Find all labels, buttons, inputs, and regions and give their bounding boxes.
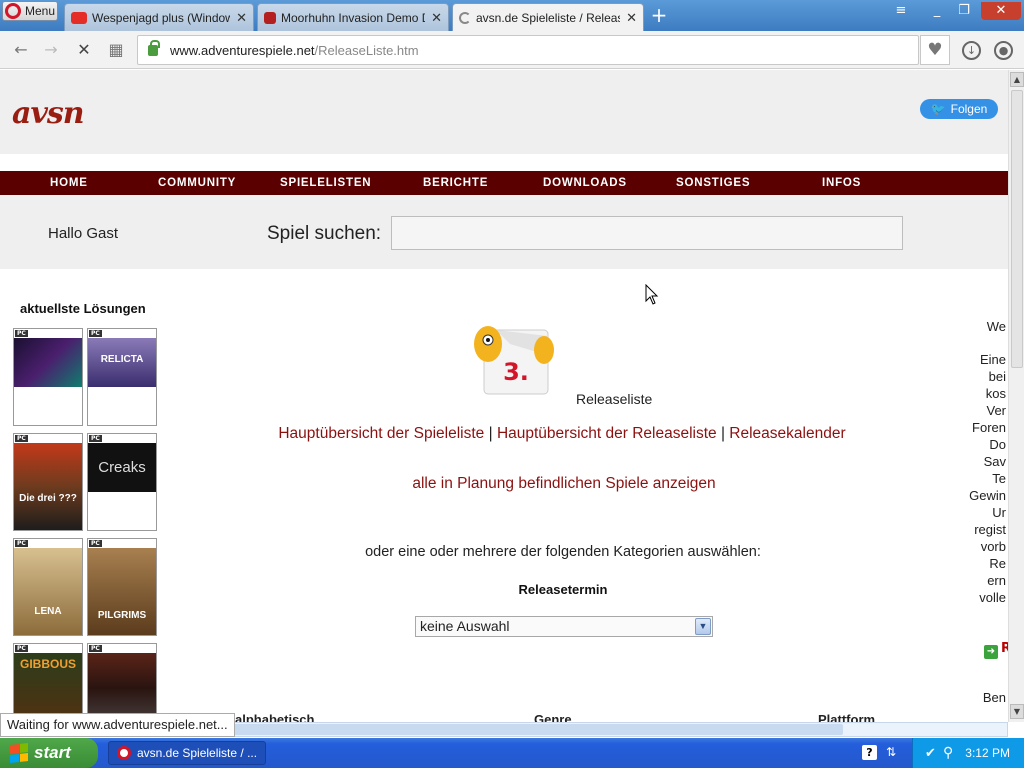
- nav-home[interactable]: HOME: [50, 171, 88, 195]
- maximize-button[interactable]: ❐: [951, 2, 977, 20]
- browser-tab-bar: Menu Wespenjagd plus (Windows ... ✕ Moor…: [0, 0, 1024, 31]
- close-window-button[interactable]: ✕: [981, 2, 1021, 20]
- start-button[interactable]: start: [0, 738, 98, 768]
- link-releasekalender[interactable]: Releasekalender: [729, 425, 845, 442]
- tab-avsn-releaseliste[interactable]: avsn.de Spieleliste / Release... ✕: [452, 3, 644, 31]
- tray-shield-icon[interactable]: ✔: [925, 745, 936, 761]
- link-releaseliste-overview[interactable]: Hauptübersicht der Releaseliste: [497, 425, 717, 442]
- task-title: avsn.de Spieleliste / ...: [137, 746, 258, 760]
- url-host: www.adventurespiele.net: [170, 42, 315, 58]
- scroll-down-icon[interactable]: ▼: [1010, 704, 1024, 719]
- link-separator: |: [720, 425, 725, 442]
- solution-thumbnail[interactable]: PC: [87, 643, 157, 722]
- category-instruction: oder eine oder mehrere der folgenden Kat…: [365, 544, 761, 560]
- releasetermin-select[interactable]: keine Auswahl ▼: [415, 616, 713, 637]
- address-field[interactable]: www.adventurespiele.net/ReleaseListe.htm: [137, 35, 919, 65]
- clock: 3:12 PM: [965, 746, 1010, 760]
- loading-spinner-icon: [459, 11, 471, 24]
- calendar-icon: 3.: [474, 326, 554, 395]
- scrollbar-thumb[interactable]: [1011, 90, 1023, 368]
- horizontal-scrollbar[interactable]: [226, 722, 1008, 737]
- new-tab-button[interactable]: +: [648, 4, 670, 26]
- main-navigation: HOME COMMUNITY SPIELELISTEN BERICHTE DOW…: [0, 171, 1008, 195]
- help-icon[interactable]: ?: [862, 745, 877, 760]
- back-arrow-icon[interactable]: ←: [11, 40, 31, 60]
- youtube-icon: [71, 11, 87, 24]
- game-cover-image: [88, 653, 156, 722]
- overview-links: Hauptübersicht der Spieleliste | Hauptüb…: [0, 425, 1008, 443]
- scroll-up-icon[interactable]: ▲: [1010, 72, 1024, 87]
- status-bar-text: Waiting for www.adventurespiele.net...: [0, 713, 235, 737]
- close-tab-icon[interactable]: ✕: [236, 10, 247, 26]
- forward-arrow-icon[interactable]: →: [41, 40, 61, 60]
- nav-downloads[interactable]: DOWNLOADS: [543, 171, 627, 195]
- solution-thumbnail[interactable]: PC RELICTA: [87, 328, 157, 426]
- link-separator: |: [488, 425, 493, 442]
- search-label: Spiel suchen:: [267, 223, 382, 244]
- calendar-digit: 3.: [503, 358, 529, 386]
- stop-loading-icon[interactable]: ✕: [74, 40, 94, 60]
- tab-menu-icon[interactable]: ≡: [888, 2, 914, 20]
- twitter-bird-icon: 🐦: [930, 102, 946, 116]
- nav-berichte[interactable]: BERICHTE: [423, 171, 488, 195]
- nav-community[interactable]: COMMUNITY: [158, 171, 236, 195]
- platform-label: Plattform: [818, 712, 876, 722]
- green-arrow-icon[interactable]: ➜: [984, 645, 998, 659]
- mouse-cursor-icon: [645, 284, 659, 305]
- red-letter: R: [1001, 641, 1008, 656]
- windows-taskbar: start avsn.de Spieleliste / ... ? ⇅ ✔ ⚲ …: [0, 738, 1024, 768]
- start-label: start: [34, 743, 71, 762]
- game-cover-image: GIBBOUS: [14, 653, 82, 722]
- network-icon[interactable]: ⇅: [886, 745, 896, 759]
- download-icon[interactable]: ↓: [962, 41, 981, 60]
- url-path: /ReleaseListe.htm: [314, 42, 419, 58]
- minimize-button[interactable]: _: [924, 2, 950, 20]
- releasetermin-label: Releasetermin: [518, 582, 608, 597]
- alphabetical-label: alphabetisch: [235, 712, 315, 722]
- genre-label: Genre: [534, 712, 572, 722]
- tab-wespenjagd[interactable]: Wespenjagd plus (Windows ... ✕: [64, 3, 254, 31]
- address-toolbar: ← → ✕ ▦ www.adventurespiele.net/ReleaseL…: [0, 31, 1024, 69]
- nav-spielelisten[interactable]: SPIELELISTEN: [280, 171, 371, 195]
- tray-search-icon[interactable]: ⚲: [943, 744, 953, 761]
- opera-menu-button[interactable]: Menu: [2, 1, 58, 21]
- account-icon[interactable]: ●: [994, 41, 1013, 60]
- windows-flag-icon: [10, 743, 28, 763]
- bookmark-heart-icon[interactable]: ♥: [920, 35, 950, 65]
- select-value: keine Auswahl: [420, 618, 510, 634]
- speed-dial-grid-icon[interactable]: ▦: [106, 40, 126, 60]
- tab-title: avsn.de Spieleliste / Release...: [476, 10, 620, 25]
- menu-label: Menu: [25, 4, 56, 18]
- avsn-logo[interactable]: avsn: [12, 96, 85, 131]
- latest-solutions-title: aktuellste Lösungen: [20, 301, 146, 316]
- solution-thumbnail[interactable]: PC: [13, 328, 83, 426]
- taskbar-window-button[interactable]: avsn.de Spieleliste / ...: [108, 741, 266, 765]
- tab-title: Moorhuhn Invasion Demo Do...: [281, 10, 425, 25]
- game-search-input[interactable]: [391, 216, 903, 250]
- link-spieleliste-overview[interactable]: Hauptübersicht der Spieleliste: [278, 425, 484, 442]
- close-tab-icon[interactable]: ✕: [626, 10, 637, 26]
- game-cover-image: [14, 338, 82, 387]
- planned-games-link[interactable]: alle in Planung befindlichen Spiele anze…: [0, 475, 1008, 493]
- site-favicon-icon: [264, 11, 276, 24]
- opera-logo-icon: [5, 3, 21, 19]
- nav-sonstiges[interactable]: SONSTIGES: [676, 171, 750, 195]
- tab-moorhuhn[interactable]: Moorhuhn Invasion Demo Do... ✕: [257, 3, 449, 31]
- close-tab-icon[interactable]: ✕: [431, 10, 442, 26]
- game-cover-image: RELICTA: [88, 338, 156, 387]
- tab-title: Wespenjagd plus (Windows ...: [92, 10, 230, 25]
- nav-infos[interactable]: INFOS: [822, 171, 861, 195]
- chevron-down-icon[interactable]: ▼: [695, 618, 711, 635]
- greeting-text: Hallo Gast: [48, 225, 119, 242]
- site-header: avsn 🐦 Folgen: [0, 70, 1008, 154]
- releaseliste-caption: Releaseliste: [576, 391, 653, 407]
- system-tray: ✔ ⚲ 3:12 PM: [912, 738, 1024, 768]
- web-page: avsn 🐦 Folgen HOME COMMUNITY SPIELELISTE…: [0, 70, 1008, 722]
- opera-icon: [117, 746, 131, 760]
- vertical-scrollbar[interactable]: ▲ ▼: [1008, 70, 1024, 722]
- right-info-column: We Eine bei kos Ver Foren Do Sav Te Gewi…: [969, 319, 1006, 705]
- solution-thumbnail[interactable]: PC GIBBOUS: [13, 643, 83, 722]
- horizontal-scrollbar-thumb[interactable]: [231, 724, 843, 735]
- secure-lock-icon: [148, 39, 160, 56]
